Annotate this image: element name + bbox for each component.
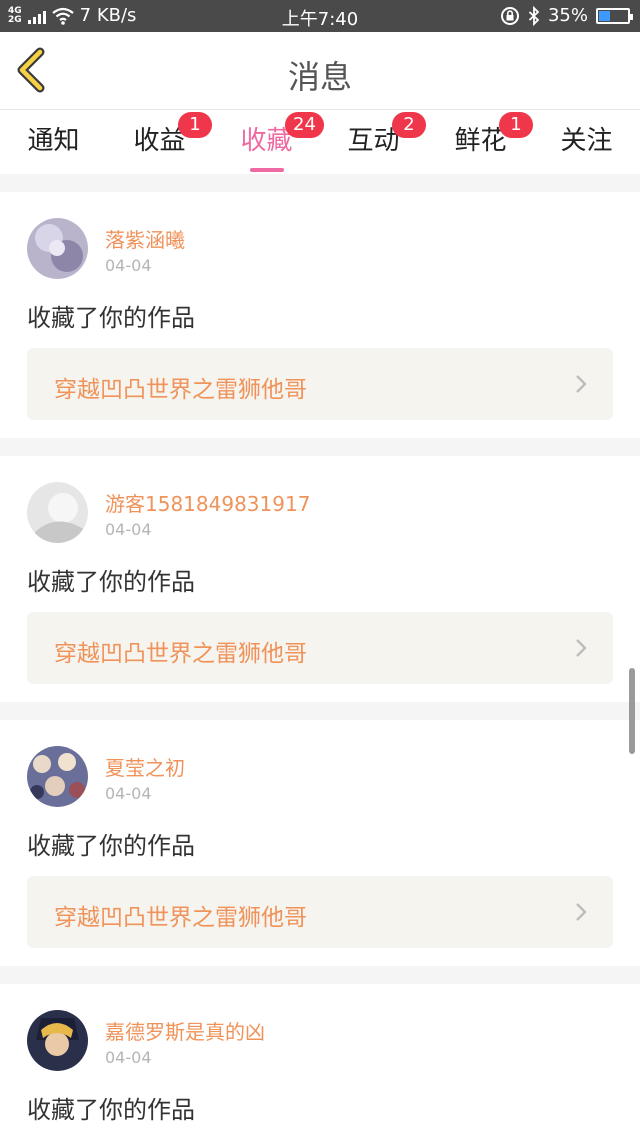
active-tab-indicator (250, 168, 284, 172)
list-item: 落紫涵曦 04-04 收藏了你的作品 穿越凹凸世界之雷狮他哥 (0, 192, 640, 438)
tab-interaction[interactable]: 互动 2 (320, 112, 427, 157)
battery-icon (596, 7, 633, 24)
work-link[interactable]: 穿越凹凸世界之雷狮他哥 (27, 348, 613, 420)
avatar[interactable] (27, 218, 88, 279)
tab-bar: 通知 收益 1 收藏 24 互动 2 鲜花 1 关注 (0, 110, 640, 174)
unread-badge: 24 (285, 112, 324, 138)
list-item: 夏莹之初 04-04 收藏了你的作品 穿越凹凸世界之雷狮他哥 (0, 720, 640, 966)
avatar[interactable] (27, 746, 88, 807)
item-date: 04-04 (105, 1048, 152, 1067)
work-title: 穿越凹凸世界之雷狮他哥 (54, 905, 307, 931)
chevron-right-icon (576, 639, 587, 657)
lock-rotation-icon (500, 6, 519, 25)
chevron-right-icon (576, 903, 587, 921)
tab-label: 互动 (347, 126, 400, 156)
tab-follow[interactable]: 关注 (533, 120, 640, 157)
item-date: 04-04 (105, 784, 152, 803)
list-item: 游客1581849831917 04-04 收藏了你的作品 穿越凹凸世界之雷狮他… (0, 456, 640, 702)
tab-flowers[interactable]: 鲜花 1 (427, 112, 534, 157)
action-text: 收藏了你的作品 (27, 1096, 195, 1124)
unread-badge: 1 (178, 112, 212, 138)
username[interactable]: 游客1581849831917 (105, 488, 310, 517)
app-header: 消息 (0, 32, 640, 110)
tab-earnings[interactable]: 收益 1 (106, 112, 213, 157)
chevron-right-icon (576, 375, 587, 393)
tab-favorites[interactable]: 收藏 24 (213, 112, 324, 172)
bluetooth-icon (528, 5, 540, 26)
tab-label: 通知 (27, 126, 80, 156)
username[interactable]: 落紫涵曦 (105, 224, 185, 253)
work-title: 穿越凹凸世界之雷狮他哥 (54, 377, 307, 403)
unread-badge: 2 (392, 112, 426, 138)
work-title: 穿越凹凸世界之雷狮他哥 (54, 641, 307, 667)
work-link[interactable]: 穿越凹凸世界之雷狮他哥 (27, 876, 613, 948)
status-bar: 4G 2G 7 KB/s 上午7:40 35% (0, 0, 640, 32)
avatar[interactable] (27, 482, 88, 543)
page-title: 消息 (287, 58, 352, 96)
tab-label: 收益 (133, 126, 186, 156)
list-item: 嘉德罗斯是真的凶 04-04 收藏了你的作品 (0, 984, 640, 1138)
scrollbar[interactable] (629, 668, 635, 754)
item-date: 04-04 (105, 256, 152, 275)
tab-label: 关注 (560, 126, 613, 156)
battery-percent: 35% (547, 5, 588, 26)
item-date: 04-04 (105, 520, 152, 539)
unread-badge: 1 (499, 112, 533, 138)
username[interactable]: 夏莹之初 (105, 752, 185, 781)
username[interactable]: 嘉德罗斯是真的凶 (105, 1016, 265, 1045)
avatar[interactable] (27, 1010, 88, 1071)
action-text: 收藏了你的作品 (27, 832, 195, 860)
work-link[interactable]: 穿越凹凸世界之雷狮他哥 (27, 612, 613, 684)
tab-label: 收藏 (240, 126, 293, 156)
tab-label: 鲜花 (454, 126, 507, 156)
action-text: 收藏了你的作品 (27, 304, 195, 332)
action-text: 收藏了你的作品 (27, 568, 195, 596)
tab-notification[interactable]: 通知 (0, 120, 107, 157)
